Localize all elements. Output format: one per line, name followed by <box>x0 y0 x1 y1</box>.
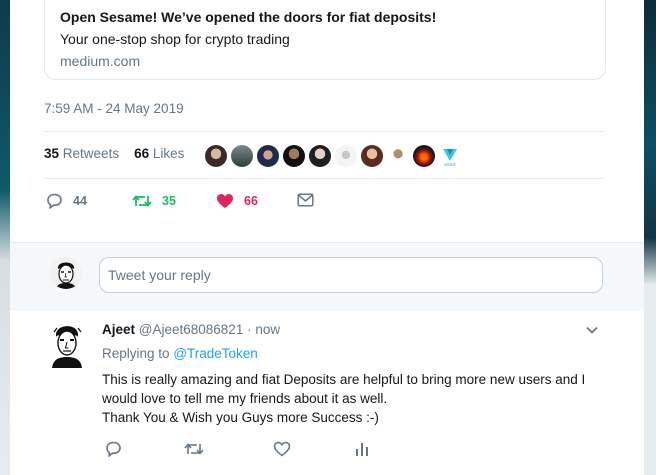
tweet-stats: 35 Retweets 66 Likes <box>44 146 184 161</box>
background-right <box>644 0 656 475</box>
retweets-label: Retweets <box>62 146 120 161</box>
author-handle[interactable]: @Ajeet68086821 <box>139 322 244 337</box>
retweet-icon[interactable] <box>184 441 204 457</box>
reply-count: 44 <box>73 194 87 208</box>
liker-avatars: VERGE <box>205 145 461 167</box>
avatar[interactable] <box>283 145 305 167</box>
reply-action[interactable]: 44 <box>46 193 87 209</box>
reply-input[interactable]: Tweet your reply <box>99 257 603 293</box>
chevron-down-icon[interactable] <box>585 323 599 337</box>
like-action[interactable]: 66 <box>216 193 258 209</box>
avatar[interactable] <box>361 145 383 167</box>
heart-icon <box>217 194 233 208</box>
reply-compose-bar: Tweet your reply <box>10 242 644 312</box>
direct-message-action[interactable] <box>297 193 314 207</box>
like-count: 66 <box>244 194 258 208</box>
avatar[interactable] <box>413 145 435 167</box>
likes-stat[interactable]: 66 Likes <box>134 146 184 161</box>
reply-text: This is really amazing and fiat Deposits… <box>102 370 622 427</box>
replying-prefix: Replying to <box>102 346 170 361</box>
retweet-icon <box>132 195 152 207</box>
avatar[interactable] <box>387 145 409 167</box>
avatar-verge[interactable]: VERGE <box>439 145 461 167</box>
verge-logo-icon: VERGE <box>443 149 457 167</box>
mail-icon <box>297 193 314 207</box>
retweets-stat[interactable]: 35 Retweets <box>44 146 119 161</box>
author-name[interactable]: Ajeet <box>102 322 135 337</box>
stats-icon[interactable] <box>355 441 369 457</box>
card-description: Your one-stop shop for crypto trading <box>60 31 290 47</box>
separator: · <box>247 322 252 337</box>
avatar[interactable] <box>335 145 357 167</box>
likes-count: 66 <box>134 146 150 161</box>
reply-text-line: would love to tell me my friends about i… <box>102 391 388 406</box>
divider <box>44 178 604 179</box>
avatar <box>50 257 82 289</box>
reply-text-line: Thank You & Wish you Guys more Success :… <box>102 410 379 425</box>
card-title: Open Sesame! We’ve opened the doors for … <box>60 9 437 25</box>
likes-label: Likes <box>152 146 185 161</box>
retweet-action[interactable]: 35 <box>132 193 176 209</box>
avatar[interactable] <box>231 145 253 167</box>
divider <box>44 131 604 132</box>
reply-tweet[interactable]: Ajeet @Ajeet68086821 · now Replying to @… <box>10 311 644 475</box>
svg-text:VERGE: VERGE <box>444 163 457 167</box>
reply-icon <box>47 193 62 209</box>
avatar[interactable] <box>48 320 86 368</box>
replying-to: Replying to @TradeToken <box>102 346 258 361</box>
avatar[interactable] <box>205 145 227 167</box>
link-card[interactable]: Open Sesame! We’ve opened the doors for … <box>44 0 606 80</box>
reply-icon[interactable] <box>105 441 122 457</box>
reply-header: Ajeet @Ajeet68086821 · now <box>102 322 280 337</box>
tweet-timestamp[interactable]: 7:59 AM - 24 May 2019 <box>44 101 184 116</box>
avatar[interactable] <box>257 145 279 167</box>
avatar[interactable] <box>309 145 331 167</box>
author-avatar-icon <box>48 320 86 368</box>
card-domain: medium.com <box>60 53 141 69</box>
reply-text-line: This is really amazing and fiat Deposits… <box>102 372 586 387</box>
replying-to-handle[interactable]: @TradeToken <box>173 346 258 361</box>
background-left <box>0 0 10 475</box>
retweets-count: 35 <box>44 146 60 161</box>
heart-outline-icon[interactable] <box>273 441 291 457</box>
reply-time[interactable]: now <box>255 322 280 337</box>
retweet-count: 35 <box>162 194 176 208</box>
user-avatar-icon <box>50 257 82 289</box>
